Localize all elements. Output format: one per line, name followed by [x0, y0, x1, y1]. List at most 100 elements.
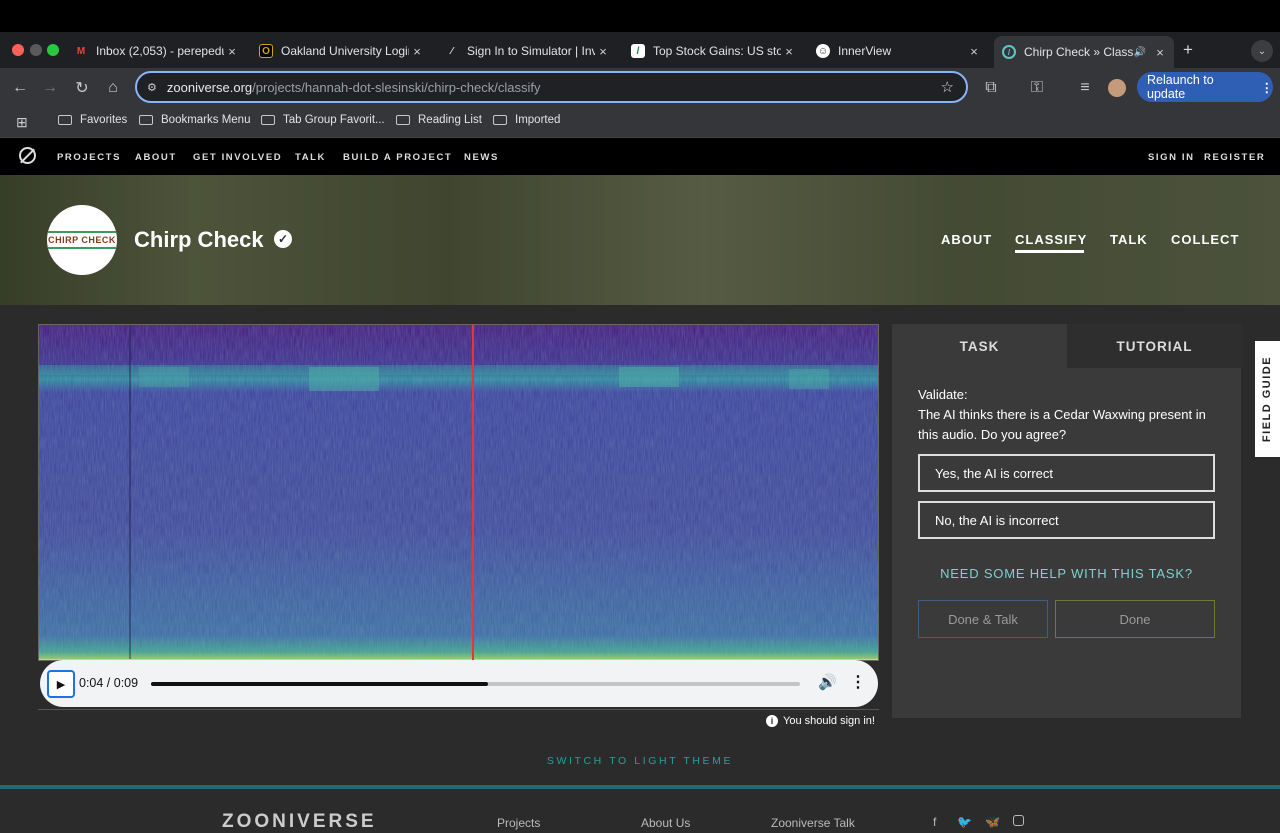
task-panel: TASK TUTORIAL Validate: The AI thinks th…: [892, 324, 1242, 718]
bookmark-imported[interactable]: Imported: [493, 114, 560, 126]
done-button[interactable]: Done: [1055, 600, 1215, 638]
passwords-key-icon[interactable]: ⚿: [1025, 76, 1049, 100]
twitter-icon[interactable]: 🐦: [957, 815, 972, 829]
nav-get-involved[interactable]: GET INVOLVED: [193, 152, 282, 163]
project-nav-about[interactable]: ABOUT: [941, 232, 992, 247]
close-window-button[interactable]: [12, 44, 24, 56]
nav-news[interactable]: NEWS: [464, 152, 499, 163]
answer-yes-button[interactable]: Yes, the AI is correct: [918, 454, 1215, 492]
answer-no-button[interactable]: No, the AI is incorrect: [918, 501, 1215, 539]
switch-theme-link[interactable]: SWITCH TO LIGHT THEME: [0, 755, 1280, 767]
forward-arrow-icon[interactable]: →: [38, 76, 62, 100]
field-guide-tab[interactable]: FIELD GUIDE: [1255, 341, 1280, 457]
task-question: Validate: The AI thinks there is a Cedar…: [918, 385, 1223, 445]
volume-icon[interactable]: 🔊: [818, 673, 837, 691]
instagram-icon[interactable]: [1013, 815, 1024, 826]
project-nav-classify[interactable]: CLASSIFY: [1015, 232, 1087, 247]
tab-stocks[interactable]: / Top Stock Gains: US stoc ×: [623, 36, 803, 66]
bookmark-star-icon[interactable]: ☆: [941, 78, 954, 96]
tab-oakland[interactable]: O Oakland University Login ×: [251, 36, 431, 66]
apps-grid-icon[interactable]: ⊞: [16, 114, 28, 131]
tab-search-chevron-icon[interactable]: ⌄: [1251, 40, 1273, 62]
audio-playing-icon[interactable]: 🔊: [1134, 47, 1146, 58]
stock-icon: /: [631, 44, 645, 58]
more-options-icon[interactable]: ⋮: [850, 672, 866, 692]
nav-build-a-project[interactable]: BUILD A PROJECT: [343, 152, 452, 163]
playhead-line[interactable]: [472, 325, 474, 660]
profile-avatar[interactable]: [1108, 79, 1126, 97]
tab-title: Top Stock Gains: US stoc: [653, 44, 781, 58]
browser-toolbar: ← → ↻ ⌂ ⚙ zooniverse.org/projects/hannah…: [0, 68, 1280, 108]
play-button[interactable]: ▶: [47, 670, 75, 698]
tab-gmail[interactable]: M Inbox (2,053) - perepedu ×: [66, 36, 246, 66]
project-nav-talk[interactable]: TALK: [1110, 232, 1148, 247]
footer-link-about-us[interactable]: About Us: [641, 816, 690, 830]
tab-title: Chirp Check » Classi: [1024, 45, 1134, 59]
close-tab-icon[interactable]: ×: [781, 44, 797, 59]
done-and-talk-button[interactable]: Done & Talk: [918, 600, 1048, 638]
zooniverse-logo-icon[interactable]: [19, 147, 36, 164]
media-queue-icon[interactable]: ≡: [1073, 76, 1097, 100]
project-nav-collect[interactable]: COLLECT: [1171, 232, 1239, 247]
folder-icon: [261, 115, 275, 125]
spectrogram-image: [39, 325, 878, 660]
bluesky-icon[interactable]: 🦋: [985, 815, 1000, 829]
footer-link-talk[interactable]: Zooniverse Talk: [771, 816, 855, 830]
footer-zooniverse-logo[interactable]: ZOONIVERSE: [222, 811, 377, 833]
tab-title: Oakland University Login: [281, 44, 409, 58]
close-tab-icon[interactable]: ×: [595, 44, 611, 59]
nav-projects[interactable]: PROJECTS: [57, 152, 121, 163]
tab-tutorial[interactable]: TUTORIAL: [1067, 324, 1242, 368]
home-icon[interactable]: ⌂: [101, 76, 125, 100]
help-link[interactable]: NEED SOME HELP WITH THIS TASK?: [892, 566, 1241, 581]
zooniverse-nav: PROJECTS ABOUT GET INVOLVED TALK BUILD A…: [0, 138, 1280, 175]
url-path: /projects/hannah-dot-slesinski/chirp-che…: [252, 79, 541, 95]
back-arrow-icon[interactable]: ←: [8, 76, 32, 100]
facebook-icon[interactable]: f: [933, 815, 936, 829]
question-text: The AI thinks there is a Cedar Waxwing p…: [918, 407, 1206, 442]
tab-chirp-check[interactable]: / Chirp Check » Classi 🔊 ×: [994, 36, 1174, 68]
seek-bar[interactable]: [151, 682, 800, 686]
folder-icon: [58, 115, 72, 125]
bookmark-label: Tab Group Favorit...: [283, 114, 385, 126]
relaunch-label: Relaunch to update: [1147, 73, 1214, 101]
close-tab-icon[interactable]: ×: [409, 44, 425, 59]
new-tab-button[interactable]: +: [1183, 40, 1193, 60]
extensions-icon[interactable]: ⧉: [979, 76, 1003, 100]
tab-simulator[interactable]: ⁄ Sign In to Simulator | Inve ×: [437, 36, 617, 66]
register-link[interactable]: REGISTER: [1204, 152, 1265, 163]
active-tab-underline: [1015, 250, 1084, 253]
site-info-icon[interactable]: ⚙: [147, 81, 157, 94]
tab-bar: M Inbox (2,053) - perepedu × O Oakland U…: [0, 32, 1280, 68]
nav-about[interactable]: ABOUT: [135, 152, 177, 163]
question-label: Validate:: [918, 387, 968, 402]
address-bar[interactable]: ⚙ zooniverse.org/projects/hannah-dot-sle…: [135, 71, 968, 103]
audio-player: ▶ 0:04 / 0:09 🔊 ⋮: [40, 660, 878, 707]
field-guide-label: FIELD GUIDE: [1261, 355, 1274, 443]
tab-title: Inbox (2,053) - perepedu: [96, 44, 224, 58]
close-tab-icon[interactable]: ×: [1152, 45, 1168, 60]
project-logo[interactable]: CHIRP CHECK: [47, 205, 117, 275]
bookmark-label: Imported: [515, 114, 561, 126]
minimize-window-button[interactable]: [30, 44, 42, 56]
bookmark-label: Bookmarks Menu: [161, 114, 251, 126]
kebab-menu-icon[interactable]: ⋮: [1261, 80, 1274, 95]
footer-link-projects[interactable]: Projects: [497, 816, 540, 830]
close-tab-icon[interactable]: ×: [966, 44, 982, 59]
bookmark-favorites[interactable]: Favorites: [58, 114, 127, 126]
tab-task[interactable]: TASK: [892, 324, 1067, 368]
maximize-window-button[interactable]: [47, 44, 59, 56]
nav-talk[interactable]: TALK: [295, 152, 326, 163]
window-top-bar: [0, 0, 1280, 32]
sign-in-link[interactable]: SIGN IN: [1148, 152, 1195, 163]
reload-icon[interactable]: ↻: [70, 76, 94, 100]
bookmark-reading-list[interactable]: Reading List: [396, 114, 482, 126]
bookmark-bookmarks-menu[interactable]: Bookmarks Menu: [139, 114, 250, 126]
bookmarks-bar: ⊞ Favorites Bookmarks Menu Tab Group Fav…: [0, 108, 1280, 138]
close-tab-icon[interactable]: ×: [224, 44, 240, 59]
project-logo-text: CHIRP CHECK: [48, 231, 116, 249]
tab-innerview[interactable]: ☺ InnerView ×: [808, 36, 988, 66]
relaunch-button[interactable]: Relaunch to update ⋮: [1137, 72, 1273, 102]
time-display: 0:04 / 0:09: [79, 676, 139, 690]
bookmark-tab-group[interactable]: Tab Group Favorit...: [261, 114, 385, 126]
